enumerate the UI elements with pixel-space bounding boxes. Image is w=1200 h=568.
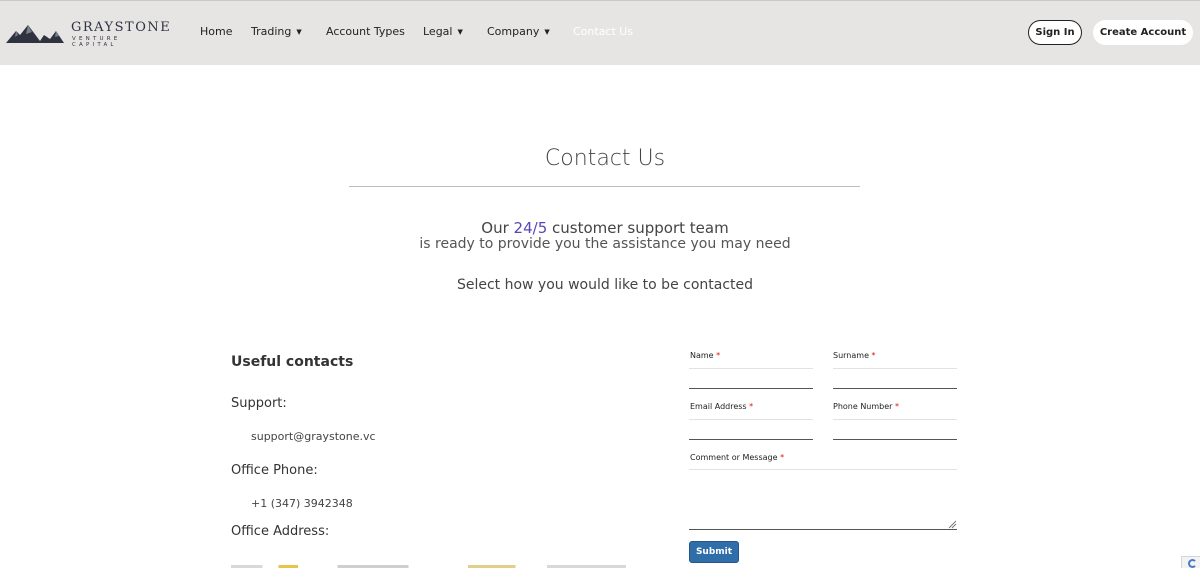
- title-divider: [349, 186, 860, 187]
- nav-account-types-label: Account Types: [326, 25, 405, 38]
- name-field-label: Name *: [690, 351, 720, 360]
- comment-field-label: Comment or Message *: [690, 453, 784, 462]
- sign-in-button[interactable]: Sign In: [1028, 20, 1082, 45]
- recaptcha-icon: [1188, 559, 1197, 568]
- support-label: Support:: [231, 396, 287, 411]
- nav-company[interactable]: Company ▼: [487, 25, 550, 41]
- comment-textarea[interactable]: [689, 469, 957, 530]
- surname-field-label: Surname *: [833, 351, 876, 360]
- page-title: Contact Us: [544, 146, 666, 171]
- brand-tagline: VENTURE CAPITAL: [72, 36, 121, 48]
- nav-contact-us[interactable]: Contact Us: [573, 25, 633, 41]
- required-mark: *: [871, 351, 876, 360]
- submit-button[interactable]: Submit: [689, 541, 739, 563]
- phone-input[interactable]: [833, 419, 957, 440]
- useful-contacts-heading: Useful contacts: [231, 354, 354, 370]
- support-email-link[interactable]: support@graystone.vc: [251, 430, 376, 443]
- nav-trading[interactable]: Trading ▼: [251, 25, 302, 41]
- chevron-down-icon: ▼: [544, 28, 550, 36]
- brand-logo[interactable]: GRAYSTONE VENTURE CAPITAL: [6, 19, 170, 49]
- required-mark: *: [895, 402, 900, 411]
- nav-home-label: Home: [200, 25, 233, 38]
- nav-contact-us-label: Contact Us: [573, 25, 634, 38]
- nav-trading-label: Trading: [251, 25, 292, 38]
- comment-label-text: Comment or Message: [690, 453, 778, 462]
- chevron-down-icon: ▼: [296, 28, 302, 36]
- support-hours: 24/5: [513, 219, 548, 237]
- nav-legal[interactable]: Legal ▼: [423, 25, 463, 41]
- support-subtext: is ready to provide you the assistance y…: [419, 236, 791, 252]
- brand-name: GRAYSTONE: [71, 20, 172, 35]
- office-phone-label: Office Phone:: [231, 463, 318, 478]
- nav-account-types[interactable]: Account Types: [326, 25, 405, 41]
- phone-label-text: Phone Number: [833, 402, 893, 411]
- email-label-text: Email Address: [690, 402, 747, 411]
- resize-handle-icon[interactable]: [948, 520, 957, 529]
- site-header: GRAYSTONE VENTURE CAPITAL Home Trading ▼ …: [0, 1, 1200, 65]
- support-suffix: customer support team: [547, 219, 729, 237]
- nav-legal-label: Legal: [423, 25, 453, 38]
- mountain-logo-icon: [6, 25, 64, 43]
- support-statement: Our 24/5 customer support team: [350, 219, 860, 237]
- support-prefix: Our: [481, 219, 514, 237]
- surname-input[interactable]: [833, 368, 957, 389]
- recaptcha-badge[interactable]: [1181, 556, 1200, 568]
- email-input[interactable]: [689, 419, 813, 440]
- office-address-label: Office Address:: [231, 524, 330, 539]
- required-mark: *: [749, 402, 754, 411]
- name-input[interactable]: [689, 368, 813, 389]
- surname-label-text: Surname: [833, 351, 869, 360]
- phone-field-label: Phone Number *: [833, 402, 899, 411]
- create-account-button[interactable]: Create Account: [1093, 20, 1193, 45]
- required-mark: *: [716, 351, 721, 360]
- chevron-down-icon: ▼: [457, 28, 463, 36]
- name-label-text: Name: [690, 351, 714, 360]
- nav-home[interactable]: Home: [200, 25, 232, 41]
- email-field-label: Email Address *: [690, 402, 753, 411]
- contact-method-prompt: Select how you would like to be contacte…: [456, 277, 754, 293]
- required-mark: *: [780, 453, 785, 462]
- nav-company-label: Company: [487, 25, 540, 38]
- office-phone-link[interactable]: +1 (347) 3942348: [251, 497, 353, 510]
